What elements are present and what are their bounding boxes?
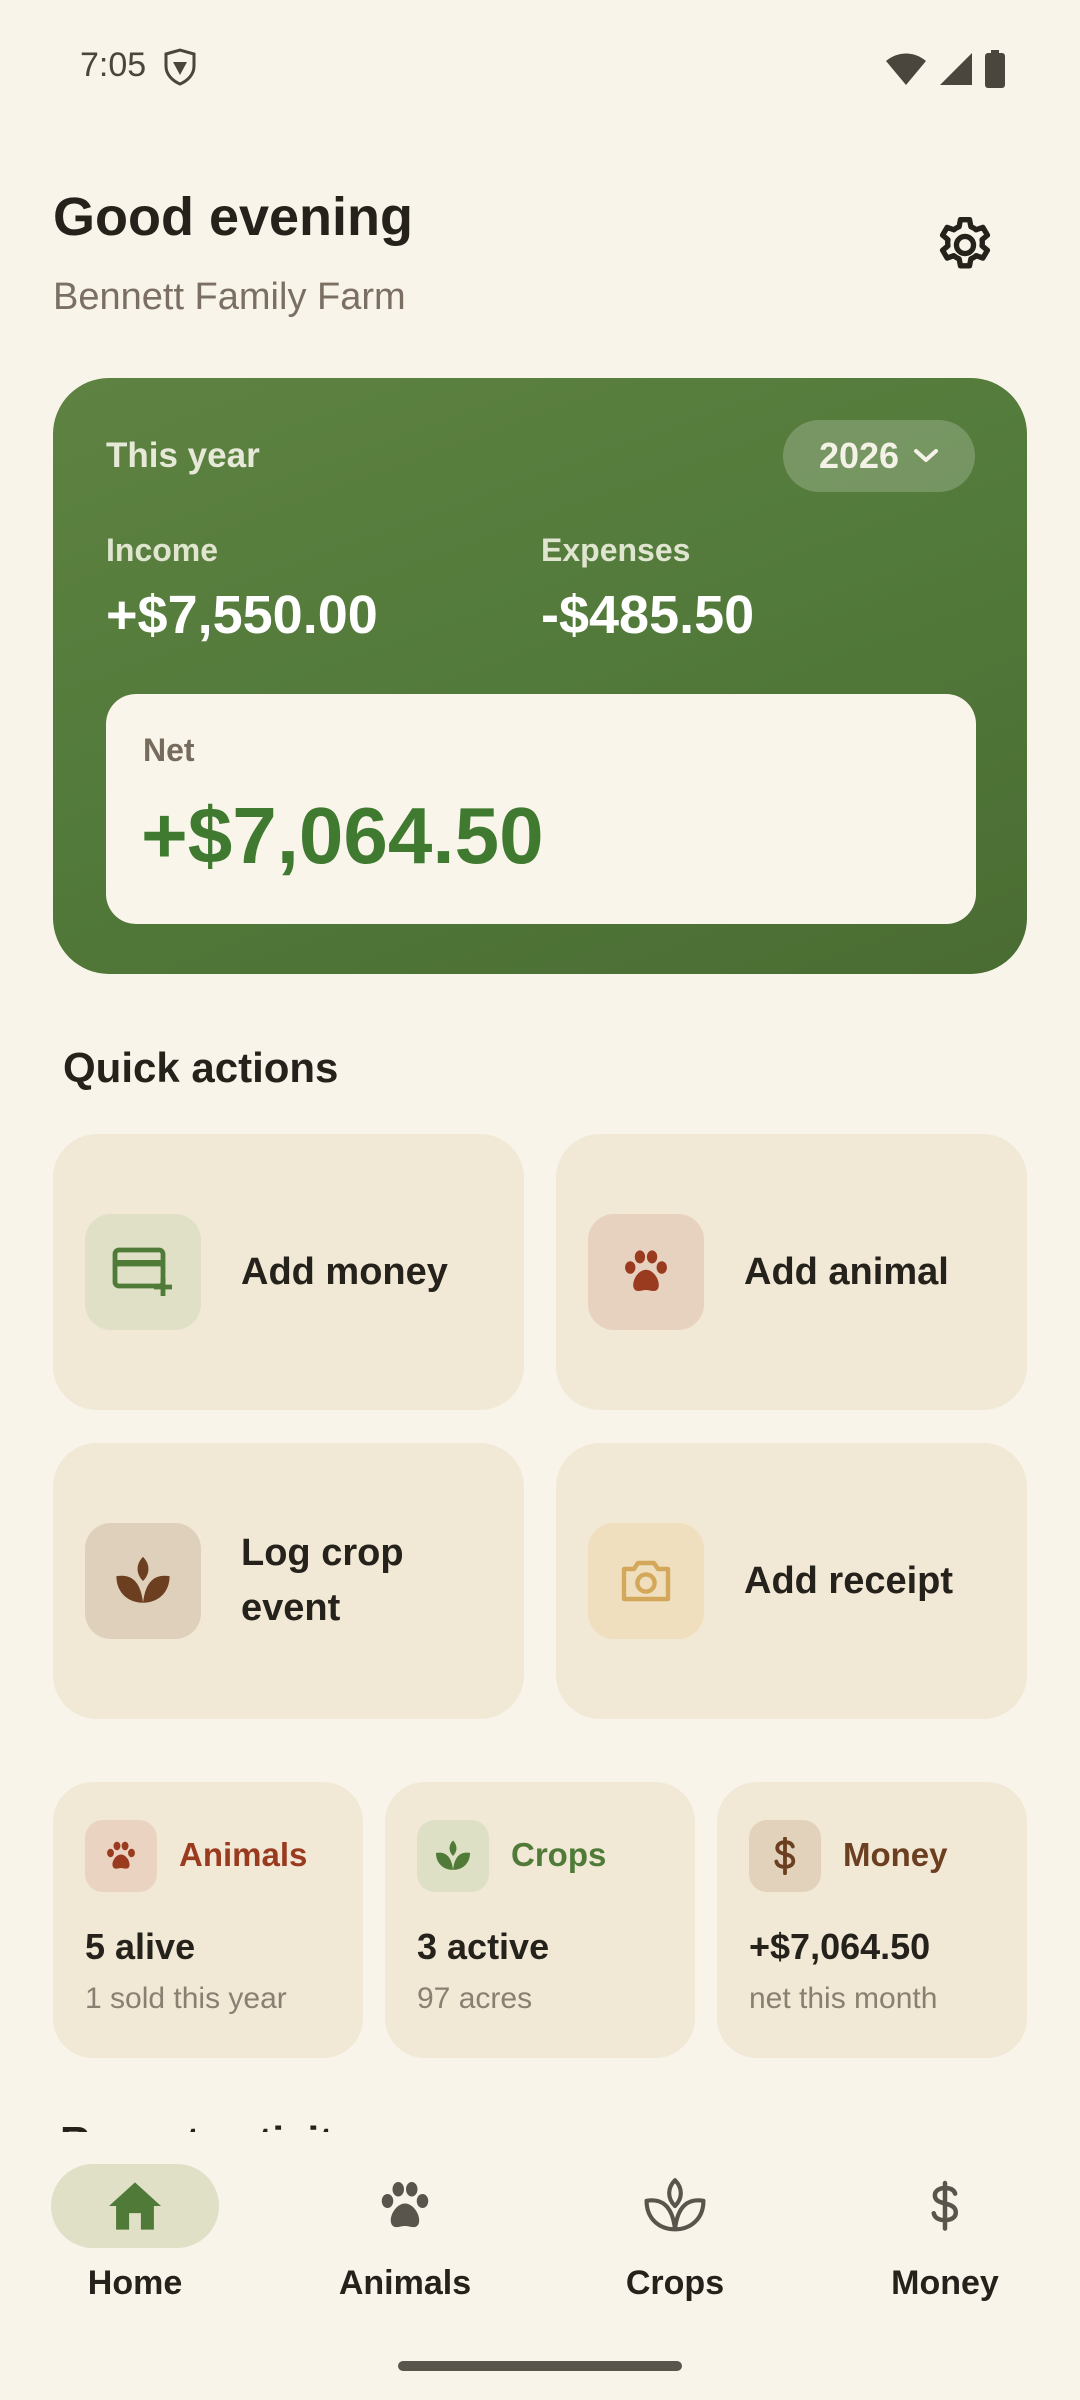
sprout-icon bbox=[591, 2164, 759, 2248]
home-indicator[interactable] bbox=[398, 2361, 682, 2371]
log-crop-event-label: Log crop event bbox=[241, 1532, 404, 1629]
signal-icon bbox=[940, 53, 972, 85]
sprout-icon bbox=[417, 1820, 489, 1892]
nav-crops[interactable]: Crops bbox=[575, 2164, 775, 2324]
log-crop-event-button[interactable]: Log crop event bbox=[53, 1443, 524, 1719]
battery-icon bbox=[985, 50, 1005, 88]
dollar-icon bbox=[861, 2164, 1029, 2248]
yearly-summary-card: This year 2026 Income +$7,550.00 Expense… bbox=[53, 378, 1027, 974]
chevron-down-icon bbox=[914, 449, 939, 462]
year-selector[interactable]: 2026 bbox=[783, 420, 975, 492]
period-label: This year bbox=[106, 436, 260, 475]
nav-label: Animals bbox=[338, 2264, 472, 2302]
shield-icon bbox=[164, 48, 196, 86]
sprout-icon bbox=[85, 1523, 201, 1639]
income-label: Income bbox=[106, 532, 219, 568]
add-animal-label: Add animal bbox=[744, 1250, 949, 1293]
card-add-icon bbox=[85, 1214, 201, 1330]
stat-subtitle: 1 sold this year bbox=[85, 1982, 287, 2015]
home-icon bbox=[51, 2164, 219, 2248]
bottom-navigation: Home Animals Crops Money bbox=[0, 2132, 1080, 2400]
greeting-title: Good evening bbox=[53, 187, 414, 247]
add-receipt-label: Add receipt bbox=[744, 1559, 954, 1602]
stat-name: Money bbox=[843, 1836, 948, 1873]
stat-subtitle: net this month bbox=[749, 1982, 938, 2015]
gear-icon bbox=[939, 217, 991, 269]
nav-label: Crops bbox=[625, 2264, 725, 2302]
income-value: +$7,550.00 bbox=[106, 585, 378, 645]
stat-name: Animals bbox=[179, 1836, 308, 1873]
expenses-label: Expenses bbox=[541, 532, 691, 568]
expenses-value: -$485.50 bbox=[541, 585, 755, 645]
add-animal-button[interactable]: Add animal bbox=[556, 1134, 1027, 1410]
stat-name: Crops bbox=[511, 1836, 607, 1873]
stat-value: +$7,064.50 bbox=[749, 1926, 931, 1967]
stat-subtitle: 97 acres bbox=[417, 1982, 533, 2015]
crops-stat-card[interactable]: Crops 3 active 97 acres bbox=[385, 1782, 695, 2058]
stat-value: 5 alive bbox=[85, 1926, 196, 1967]
nav-animals[interactable]: Animals bbox=[305, 2164, 505, 2324]
paw-icon bbox=[588, 1214, 704, 1330]
net-label: Net bbox=[143, 732, 195, 768]
year-value: 2026 bbox=[818, 435, 900, 476]
nav-label: Money bbox=[891, 2264, 999, 2302]
add-receipt-button[interactable]: Add receipt bbox=[556, 1443, 1027, 1719]
camera-icon bbox=[588, 1523, 704, 1639]
nav-money[interactable]: Money bbox=[845, 2164, 1045, 2324]
dollar-icon bbox=[749, 1820, 821, 1892]
animals-stat-card[interactable]: Animals 5 alive 1 sold this year bbox=[53, 1782, 363, 2058]
add-money-button[interactable]: Add money bbox=[53, 1134, 524, 1410]
status-time: 7:05 bbox=[80, 46, 147, 84]
net-value: +$7,064.50 bbox=[141, 791, 544, 880]
paw-icon bbox=[321, 2164, 489, 2248]
farm-name: Bennett Family Farm bbox=[53, 276, 406, 318]
settings-button[interactable] bbox=[925, 205, 1005, 285]
home-screen: 7:05 Good evening Bennett Family Farm Th… bbox=[0, 0, 1080, 2400]
paw-icon bbox=[85, 1820, 157, 1892]
wifi-icon bbox=[886, 53, 926, 85]
money-stat-card[interactable]: Money +$7,064.50 net this month bbox=[717, 1782, 1027, 2058]
status-bar: 7:05 bbox=[0, 0, 1080, 136]
stat-value: 3 active bbox=[417, 1926, 550, 1967]
net-box: Net +$7,064.50 bbox=[106, 694, 976, 924]
nav-label: Home bbox=[87, 2264, 183, 2302]
quick-actions-title: Quick actions bbox=[63, 1044, 339, 1091]
add-money-label: Add money bbox=[241, 1250, 448, 1293]
nav-home[interactable]: Home bbox=[35, 2164, 235, 2324]
status-icons bbox=[884, 50, 1006, 88]
